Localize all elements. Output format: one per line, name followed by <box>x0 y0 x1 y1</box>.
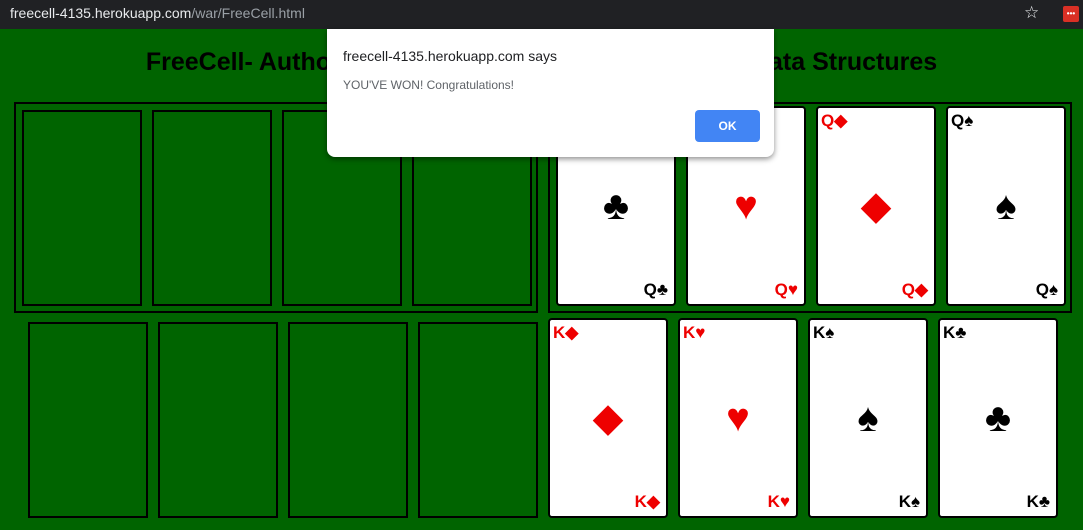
card-corner-top: K♣ <box>943 323 967 342</box>
card-corner-top: K◆ <box>553 323 579 342</box>
page-title-left: FreeCell- Autho <box>145 48 332 76</box>
tableau-slot[interactable] <box>288 322 408 518</box>
tableau-slot[interactable] <box>28 322 148 518</box>
card-corner-bottom: K♣ <box>1026 492 1050 511</box>
dialog-title: freecell-4135.herokuapp.com says <box>343 48 558 64</box>
heart-icon: ♥ <box>726 396 750 440</box>
star-icon[interactable]: ☆ <box>1024 3 1039 23</box>
dialog-message: YOU'VE WON! Congratulations! <box>343 78 515 92</box>
free-cell[interactable] <box>152 110 272 306</box>
tableau-card[interactable]: K◆ ◆ K◆ <box>548 318 668 518</box>
card-corner-bottom: Q♣ <box>643 280 668 299</box>
foundation-card[interactable]: Q♠ ♠ Q♠ <box>946 106 1066 306</box>
tableau-slot[interactable] <box>158 322 278 518</box>
url-path: /war/FreeCell.html <box>191 5 305 21</box>
spade-icon: ♠ <box>995 184 1017 228</box>
browser-address-bar[interactable]: freecell-4135.herokuapp.com/war/FreeCell… <box>0 0 1083 29</box>
card-corner-bottom: K♠ <box>898 492 920 511</box>
card-corner-bottom: K♥ <box>767 492 790 511</box>
spade-icon: ♠ <box>857 396 879 440</box>
card-corner-bottom: K◆ <box>634 492 660 511</box>
club-icon: ♣ <box>602 184 630 228</box>
url-text[interactable]: freecell-4135.herokuapp.com/war/FreeCell… <box>10 5 305 21</box>
foundation-card[interactable]: Q◆ ◆ Q◆ <box>816 106 936 306</box>
card-corner-top: Q◆ <box>821 111 848 130</box>
diamond-icon: ◆ <box>860 184 892 228</box>
card-corner-top: Q♠ <box>951 111 974 130</box>
diamond-icon: ◆ <box>592 396 624 440</box>
heart-icon: ♥ <box>734 184 758 228</box>
card-corner-top: K♠ <box>813 323 835 342</box>
tableau-card[interactable]: K♣ ♣ K♣ <box>938 318 1058 518</box>
free-cell[interactable] <box>22 110 142 306</box>
card-corner-top: K♥ <box>683 323 706 342</box>
extension-icon[interactable]: ••• <box>1063 6 1079 22</box>
card-corner-bottom: Q◆ <box>901 280 928 299</box>
tableau-card[interactable]: K♠ ♠ K♠ <box>808 318 928 518</box>
card-corner-bottom: Q♥ <box>774 280 798 299</box>
alert-dialog: freecell-4135.herokuapp.com says YOU'VE … <box>327 29 774 157</box>
tableau-card[interactable]: K♥ ♥ K♥ <box>678 318 798 518</box>
card-corner-bottom: Q♠ <box>1035 280 1058 299</box>
page-title-right: ata Structures <box>769 48 938 76</box>
club-icon: ♣ <box>984 396 1012 440</box>
url-host: freecell-4135.herokuapp.com <box>10 5 192 21</box>
ok-button[interactable]: OK <box>695 110 760 142</box>
tableau-slot[interactable] <box>418 322 538 518</box>
